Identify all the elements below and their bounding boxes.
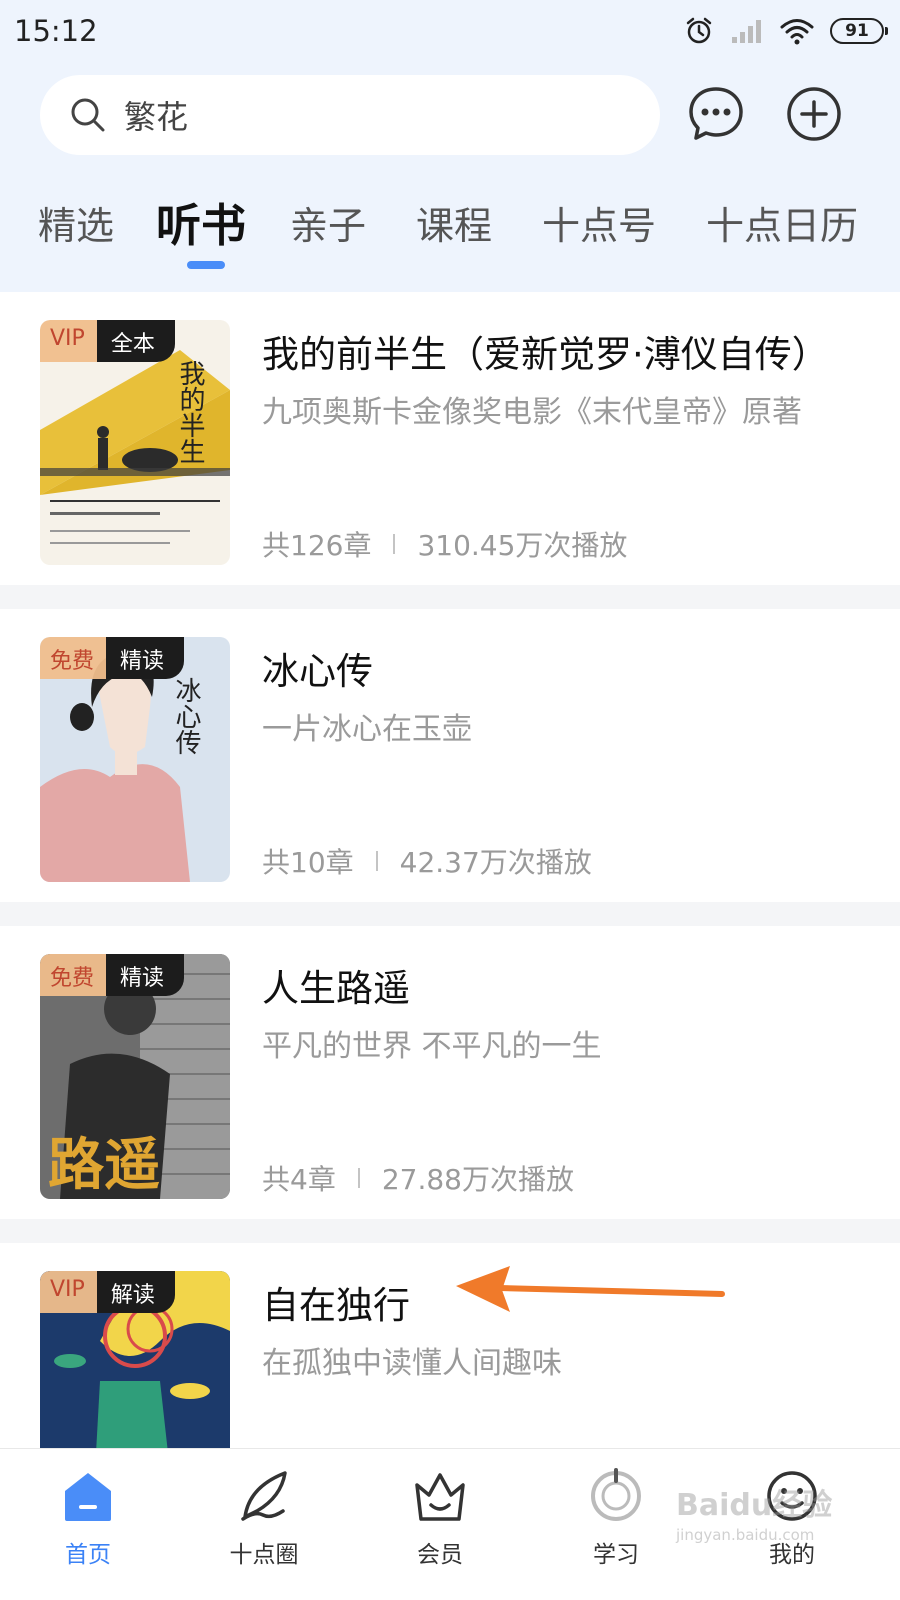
status-bar: 15:12 91 <box>0 0 900 62</box>
battery-icon: 91 <box>830 18 888 44</box>
header: 15:12 91 繁花 精选 听书 亲子 课程 十点号 十点日历 <box>0 0 900 292</box>
book-meta: 共10章 42.37万次播放 <box>262 841 592 881</box>
book-subtitle: 在孤独中读懂人间趣味 <box>262 1346 562 1381</box>
book-cover: 我的半生 VIP 全本 <box>40 320 230 565</box>
nav-label: 十点圈 <box>229 1542 299 1568</box>
tab-indicator <box>187 261 225 269</box>
nav-vip[interactable]: 会员 <box>380 1467 500 1587</box>
message-icon[interactable] <box>686 84 746 144</box>
list-divider <box>0 902 900 926</box>
tab-qinzi[interactable]: 亲子 <box>290 195 366 250</box>
search-value: 繁花 <box>124 98 189 136</box>
tab-kecheng[interactable]: 课程 <box>416 195 492 250</box>
book-badge: 免费 精读 <box>40 637 185 679</box>
badge-vip: VIP <box>40 1271 97 1313</box>
chapter-count: 共126章 <box>262 529 372 562</box>
watermark-line2: jingyan.baidu.com <box>676 1526 815 1544</box>
book-subtitle: 一片冰心在玉壶 <box>262 712 472 747</box>
chapter-count: 共4章 <box>262 1163 336 1196</box>
cover-title-text: 冰心传 <box>171 677 201 755</box>
search-input[interactable]: 繁花 <box>40 75 660 155</box>
study-icon <box>591 1468 641 1521</box>
badge-type: 全本 <box>96 320 175 362</box>
badge-type: 解读 <box>96 1271 175 1313</box>
watermark-line1: Baidu经验 <box>676 1488 833 1523</box>
list-divider <box>0 1219 900 1243</box>
play-count: 27.88万次播放 <box>381 1163 574 1196</box>
list-divider <box>0 585 900 609</box>
book-item[interactable]: 冰心传 免费 精读 冰心传 一片冰心在玉壶 共10章 42.37万次播放 <box>0 609 900 907</box>
nav-shidianquan[interactable]: 十点圈 <box>204 1467 324 1587</box>
book-title: 冰心传 <box>262 650 373 693</box>
book-item[interactable]: 路遥 免费 精读 人生路遥 平凡的世界 不平凡的一生 共4章 27.88万次播放 <box>0 926 900 1224</box>
status-time: 15:12 <box>14 14 98 48</box>
badge-type: 精读 <box>106 637 185 679</box>
home-icon <box>65 1473 111 1521</box>
status-icons: 91 <box>684 14 888 48</box>
watermark: Baidu经验 jingyan.baidu.com <box>676 1480 846 1570</box>
search-icon <box>71 98 105 132</box>
badge-vip: VIP <box>40 320 97 362</box>
add-icon[interactable] <box>784 84 844 144</box>
nav-study[interactable]: 学习 <box>556 1467 676 1587</box>
tab-shidianhao[interactable]: 十点号 <box>542 195 656 250</box>
arrow-annotation <box>456 1266 725 1312</box>
badge-free: 免费 <box>40 637 107 679</box>
book-cover: 路遥 免费 精读 <box>40 954 230 1199</box>
signal-icon <box>732 20 761 43</box>
feather-icon <box>241 1471 287 1521</box>
book-item[interactable]: 我的半生 VIP 全本 我的前半生（爱新觉罗·溥仪自传） 九项奥斯卡金像奖电影《… <box>0 292 900 590</box>
alarm-icon <box>686 17 712 44</box>
nav-home[interactable]: 首页 <box>28 1467 148 1587</box>
wifi-icon <box>780 19 814 45</box>
tab-shidianrili[interactable]: 十点日历 <box>706 195 858 250</box>
book-cover: 冰心传 免费 精读 <box>40 637 230 882</box>
category-tabs: 精选 听书 亲子 课程 十点号 十点日历 <box>0 195 900 275</box>
tab-jingxuan[interactable]: 精选 <box>38 195 114 250</box>
book-subtitle: 九项奥斯卡金像奖电影《末代皇帝》原著 <box>262 395 802 430</box>
battery-level: 91 <box>845 21 869 41</box>
chapter-count: 共10章 <box>262 846 354 879</box>
nav-label: 学习 <box>593 1542 639 1568</box>
app-screen: 15:12 91 繁花 精选 听书 亲子 课程 十点号 十点日历 我的半生 VI… <box>0 0 900 1600</box>
book-badge: VIP 解读 <box>40 1271 175 1313</box>
meta-separator <box>375 851 378 871</box>
cover-title-text: 路遥 <box>48 1132 160 1198</box>
crown-icon <box>415 1473 465 1521</box>
play-count: 42.37万次播放 <box>399 846 592 879</box>
meta-separator <box>393 534 396 554</box>
book-meta: 共4章 27.88万次播放 <box>262 1158 574 1198</box>
tab-tingshu[interactable]: 听书 <box>156 189 246 254</box>
book-title: 我的前半生（爱新觉罗·溥仪自传） <box>262 333 829 376</box>
badge-free: 免费 <box>40 954 107 996</box>
book-subtitle: 平凡的世界 不平凡的一生 <box>262 1029 602 1064</box>
badge-type: 精读 <box>106 954 185 996</box>
play-count: 310.45万次播放 <box>417 529 628 562</box>
book-title: 自在独行 <box>262 1284 410 1327</box>
book-cover: VIP 解读 <box>40 1271 230 1448</box>
book-meta: 共126章 310.45万次播放 <box>262 524 627 564</box>
nav-label: 会员 <box>417 1542 463 1568</box>
book-badge: 免费 精读 <box>40 954 185 996</box>
book-title: 人生路遥 <box>262 967 410 1010</box>
cover-title-text: 我的半生 <box>175 360 205 464</box>
nav-label: 首页 <box>65 1542 111 1568</box>
book-badge: VIP 全本 <box>40 320 175 362</box>
meta-separator <box>357 1168 360 1188</box>
